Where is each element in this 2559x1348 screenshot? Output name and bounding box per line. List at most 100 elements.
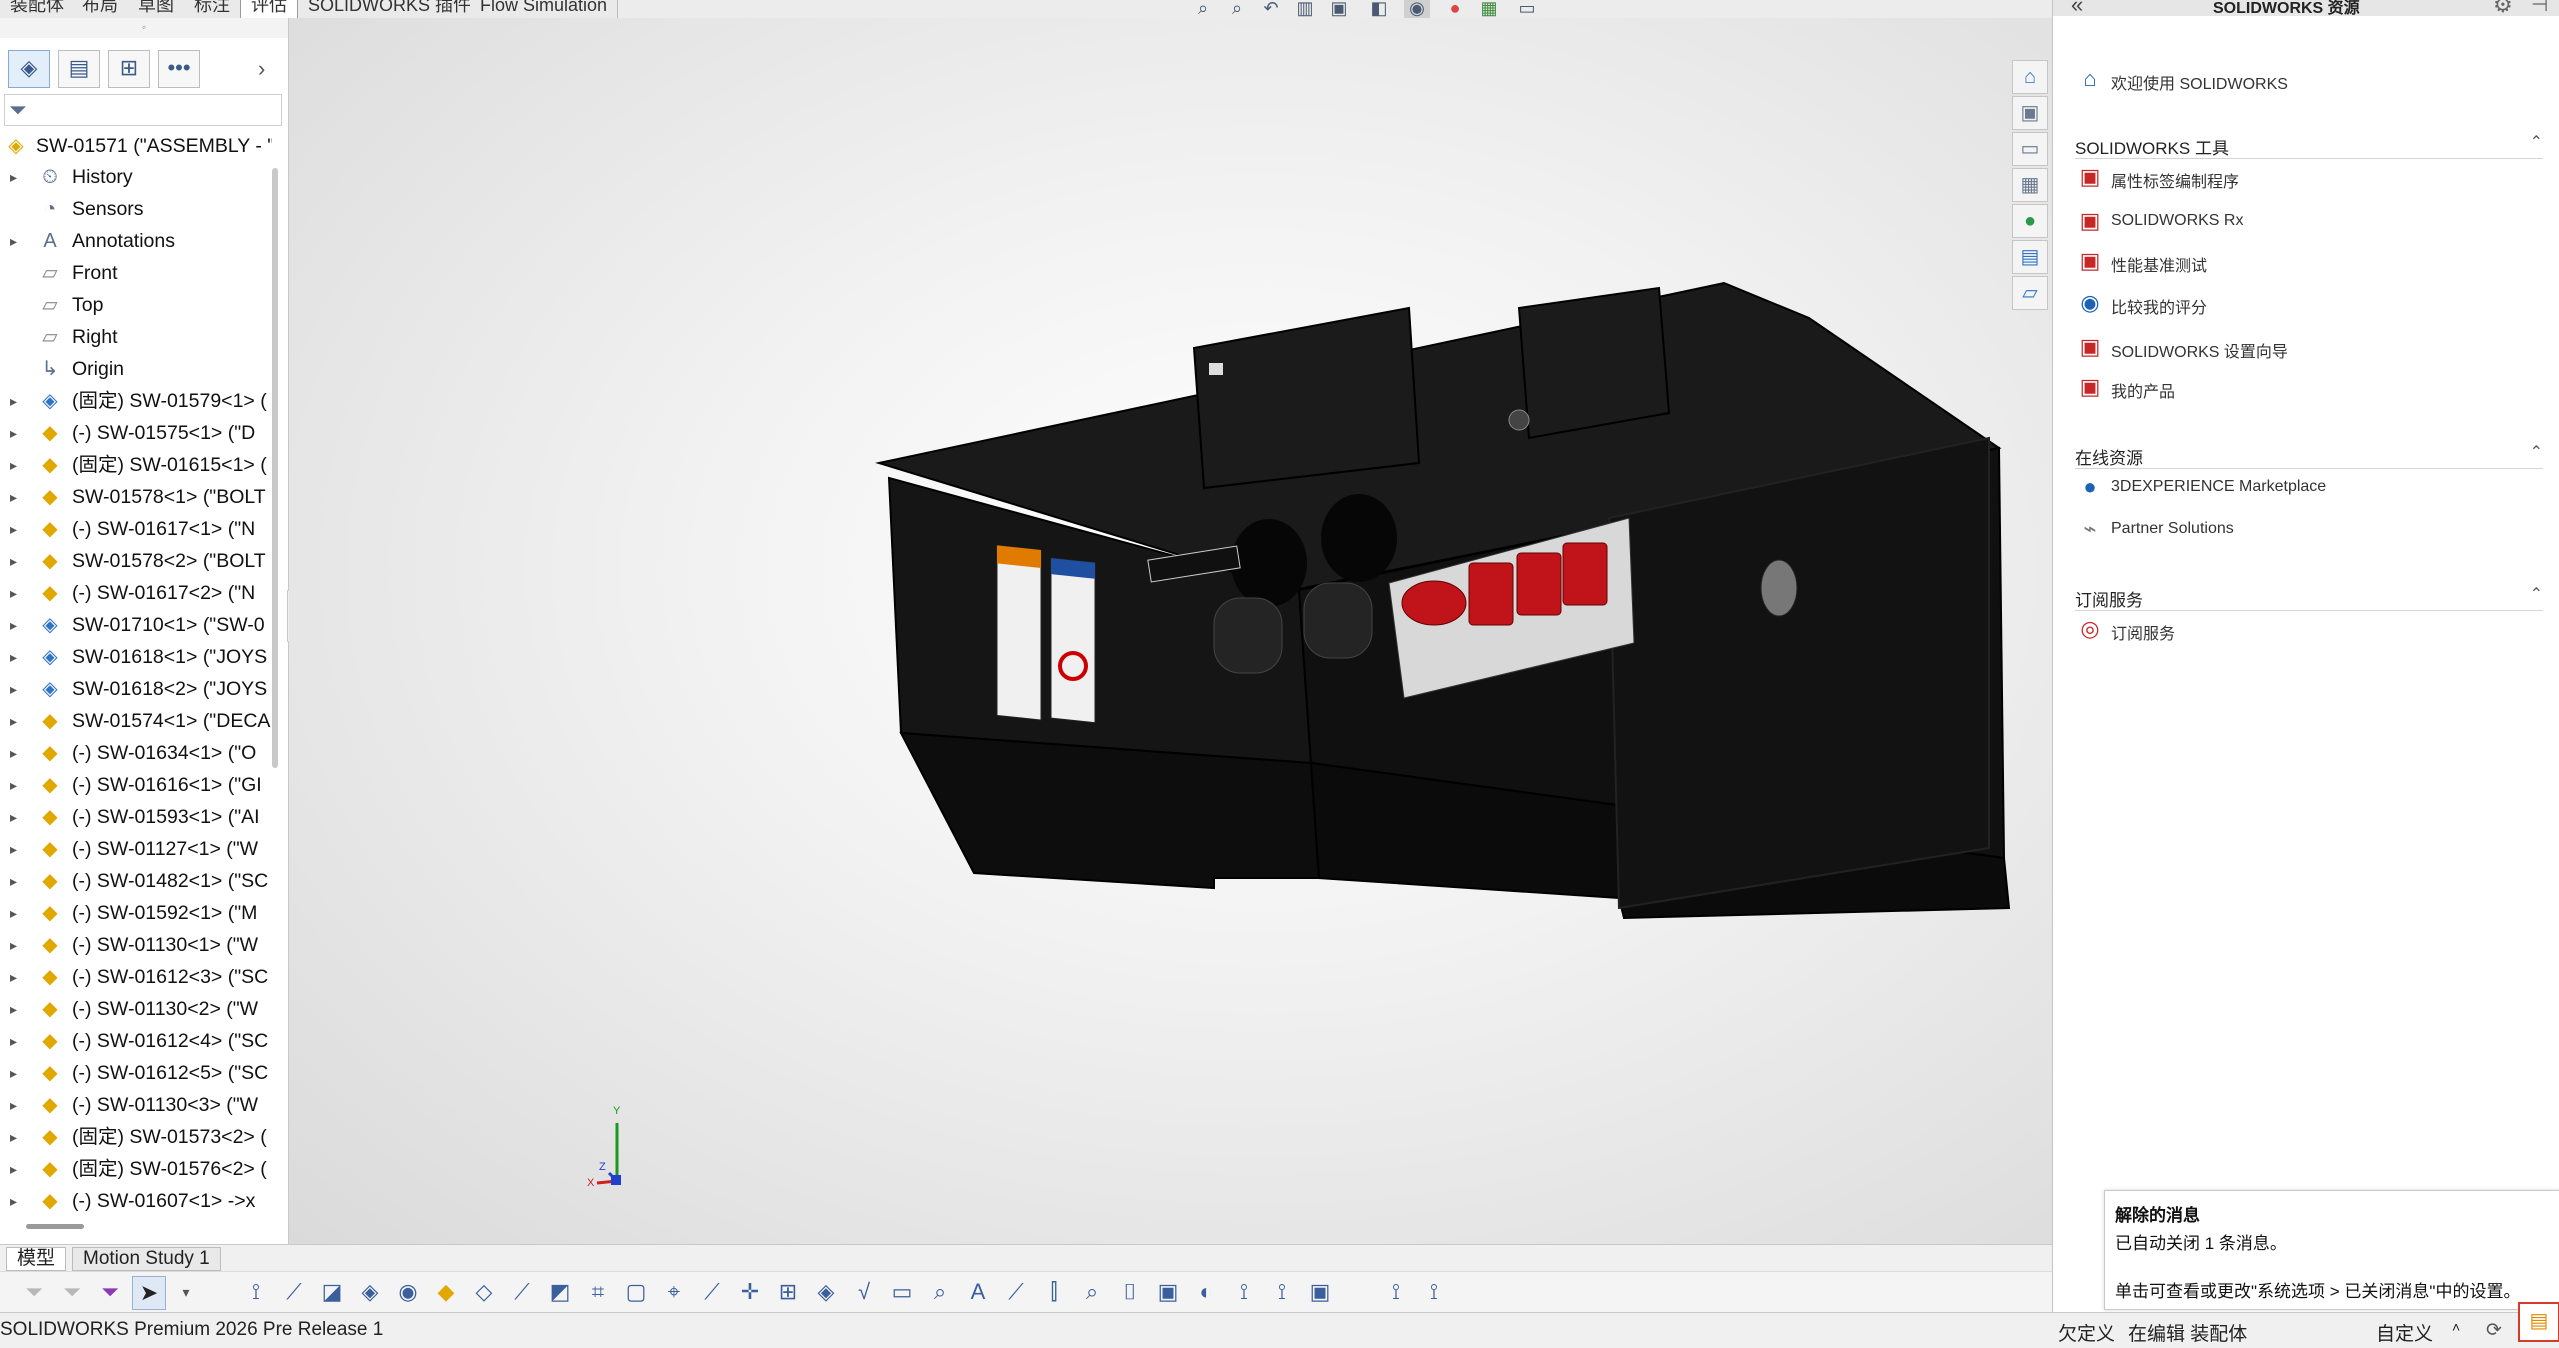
appearances-icon[interactable]: ●	[2012, 204, 2048, 238]
more-tabs-icon[interactable]: •••	[158, 50, 200, 88]
property-manager-icon[interactable]: ▤	[58, 50, 100, 88]
tool-my-products[interactable]: ▣ 我的产品	[2075, 372, 2535, 402]
expand-arrow-icon[interactable]: ▸	[10, 673, 17, 705]
tab-evaluate[interactable]: 评估	[240, 0, 298, 19]
expand-arrow-icon[interactable]: ▸	[10, 1185, 17, 1217]
filter-surface-finish-icon[interactable]: ✛	[734, 1276, 766, 1308]
filter-geometric-tolerance-icon[interactable]: ⊞	[772, 1276, 804, 1308]
tree-item[interactable]: ▸ ◈ SW-01710<1> ("SW-0	[0, 609, 272, 641]
assembly-model-view[interactable]	[289, 18, 2052, 1244]
expand-arrow-icon[interactable]: ▸	[10, 929, 17, 961]
home-icon[interactable]: ⌂	[2012, 60, 2048, 94]
tree-item[interactable]: ▸ ◆ (-) SW-01482<1> ("SC	[0, 865, 272, 897]
filter-cosmetic-threads-icon[interactable]: A	[962, 1276, 994, 1308]
tree-item[interactable]: ▸ ◆ (固定) SW-01615<1> (	[0, 449, 272, 481]
expand-arrow-icon[interactable]: ▸	[10, 833, 17, 865]
chevron-up-icon[interactable]: ⌃	[2530, 584, 2543, 604]
vertical-scrollbar[interactable]	[272, 168, 278, 768]
file-explorer-icon[interactable]: ▭	[2012, 132, 2048, 166]
view-triad[interactable]: Y X Z	[587, 1103, 657, 1193]
welcome-link[interactable]: ⌂ 欢迎使用 SOLIDWORKS	[2075, 64, 2535, 94]
toast-settings-link[interactable]: 单击可查看或更改"系统选项 > 已关闭消息"中的设置。	[2115, 1277, 2520, 1302]
filter-axes-icon[interactable]: ◇	[468, 1276, 500, 1308]
tool-property-tab-builder[interactable]: ▣ 属性标签编制程序	[2075, 162, 2535, 192]
tree-item[interactable]: ▸ ◆ (-) SW-01127<1> ("W	[0, 833, 272, 865]
tree-item[interactable]: ▱ Right	[0, 321, 272, 353]
tree-item[interactable]: ▸ ◆ SW-01578<2> ("BOLT	[0, 545, 272, 577]
expand-arrow-icon[interactable]: ▸	[10, 897, 17, 929]
filter-tolerance-icon[interactable]: ⟟	[1266, 1276, 1298, 1308]
tool-performance-benchmark[interactable]: ▣ 性能基准测试	[2075, 246, 2535, 276]
edit-appearance-icon[interactable]: ●	[1442, 0, 1468, 20]
notification-icon[interactable]: ▤	[2518, 1302, 2559, 1342]
tree-filter[interactable]: ⏷	[4, 94, 282, 126]
tool-solidworks-rx[interactable]: ▣ SOLIDWORKS Rx	[2075, 206, 2535, 236]
forum-icon[interactable]: ▱	[2012, 276, 2048, 310]
expand-arrow-icon[interactable]: ▸	[10, 225, 17, 257]
expand-arrow-icon[interactable]: ▸	[10, 769, 17, 801]
hide-show-icon[interactable]: ◉	[1404, 0, 1430, 20]
tree-item[interactable]: ▸ ◆ (固定) SW-01576<2> (	[0, 1153, 272, 1185]
configuration-manager-icon[interactable]: ⊞	[108, 50, 150, 88]
tab-assembly[interactable]: 装配体	[0, 0, 75, 18]
tree-item[interactable]: ▸ ◆ (-) SW-01617<1> ("N	[0, 513, 272, 545]
tab-flow-simulation[interactable]: Flow Simulation	[470, 0, 619, 18]
filter-notes-icon[interactable]: ◈	[810, 1276, 842, 1308]
tree-item[interactable]: ▸ ◆ (-) SW-01634<1> ("O	[0, 737, 272, 769]
graphics-area[interactable]: Y X Z	[289, 18, 2052, 1244]
toggle-filter-icon[interactable]: ⟟	[1380, 1276, 1412, 1308]
expand-arrow-icon[interactable]: ▸	[10, 705, 17, 737]
view-settings-icon[interactable]: ▭	[1514, 0, 1540, 20]
tree-item[interactable]: ▸ ◆ (-) SW-01617<2> ("N	[0, 577, 272, 609]
filter-weld-beads-icon[interactable]: ⟟	[1228, 1276, 1260, 1308]
expand-arrow-icon[interactable]: ▸	[10, 1025, 17, 1057]
filter-datum-targets-icon[interactable]: ▭	[886, 1276, 918, 1308]
link-partner-solutions[interactable]: ⌁ Partner Solutions	[2075, 514, 2535, 544]
tree-item[interactable]: ▸ ◆ (-) SW-01130<2> ("W	[0, 993, 272, 1025]
link-subscription[interactable]: ◎ 订阅服务	[2075, 614, 2535, 644]
expand-arrow-icon[interactable]: ▸	[10, 449, 17, 481]
tree-item[interactable]: ▸ A Annotations	[0, 225, 272, 257]
dismissed-message-toast[interactable]: 解除的消息 已自动关闭 1 条消息。 单击可查看或更改"系统选项 > 已关闭消息…	[2104, 1190, 2559, 1310]
filter-dowel-pin-icon[interactable]: ⫿	[1038, 1276, 1070, 1308]
expand-arrow-icon[interactable]: ▸	[10, 513, 17, 545]
expand-arrow-icon[interactable]: ▸	[10, 801, 17, 833]
filter-display-icon[interactable]: ▣	[1304, 1276, 1336, 1308]
view-palette-icon[interactable]: ▦	[2012, 168, 2048, 202]
chevron-up-icon[interactable]: ⌃	[2530, 132, 2543, 152]
apply-scene-icon[interactable]: ▦	[1476, 0, 1502, 20]
filter-icon[interactable]: ⏷	[9, 97, 27, 123]
tree-item[interactable]: ▱ Front	[0, 257, 272, 289]
expand-arrow-icon[interactable]: ▸	[10, 417, 17, 449]
filter-solid-bodies-icon[interactable]: ◉	[392, 1276, 424, 1308]
tool-settings-wizard[interactable]: ▣ SOLIDWORKS 设置向导	[2075, 332, 2535, 362]
section-view-icon[interactable]: ▥	[1292, 0, 1318, 20]
horizontal-scrollbar[interactable]	[26, 1224, 84, 1229]
tree-item[interactable]: ▸ ◆ (固定) SW-01573<2> (	[0, 1121, 272, 1153]
select-arrow-icon[interactable]: ➤	[132, 1276, 166, 1310]
tree-item[interactable]: ▸ ◆ SW-01578<1> ("BOLT	[0, 481, 272, 513]
custom-properties-icon[interactable]: ▤	[2012, 240, 2048, 274]
tree-item[interactable]: ▸ ◆ (-) SW-01130<3> ("W	[0, 1089, 272, 1121]
filter-icon[interactable]: ⏷	[18, 1276, 50, 1308]
tree-item[interactable]: ▸ ◆ (-) SW-01612<3> ("SC	[0, 961, 272, 993]
expand-arrow-icon[interactable]: ▸	[10, 609, 17, 641]
tree-item[interactable]: ▸ ◆ (-) SW-01593<1> ("AI	[0, 801, 272, 833]
expand-arrow-icon[interactable]: ▸	[10, 577, 17, 609]
double-chevron-left-icon[interactable]: «	[2071, 0, 2083, 18]
design-library-icon[interactable]: ▣	[2012, 96, 2048, 130]
filter-centers-icon[interactable]: ⌖	[658, 1276, 690, 1308]
gear-icon[interactable]: ⚙	[2493, 0, 2513, 18]
tree-item[interactable]: ▱ Top	[0, 289, 272, 321]
tree-item[interactable]: ▸ ◈ SW-01618<2> ("JOYS	[0, 673, 272, 705]
filter-sketch-segments-icon[interactable]: ⌗	[582, 1276, 614, 1308]
chevron-down-icon[interactable]: ▾	[170, 1276, 202, 1308]
clear-filters-icon[interactable]: ⟟	[1418, 1276, 1450, 1308]
tab-model[interactable]: 模型	[6, 1247, 67, 1271]
tree-item[interactable]: ▸ ◆ SW-01574<1> ("DECA	[0, 705, 272, 737]
filter-dimensions-icon[interactable]: ⟋	[696, 1276, 728, 1308]
expand-arrow-icon[interactable]: ▸	[10, 1153, 17, 1185]
tree-item[interactable]: ▸ ◆ (-) SW-01575<1> ("D	[0, 417, 272, 449]
rebuild-icon[interactable]: ⟳	[2486, 1319, 2502, 1342]
filter-planes-icon[interactable]: ⟋	[506, 1276, 538, 1308]
